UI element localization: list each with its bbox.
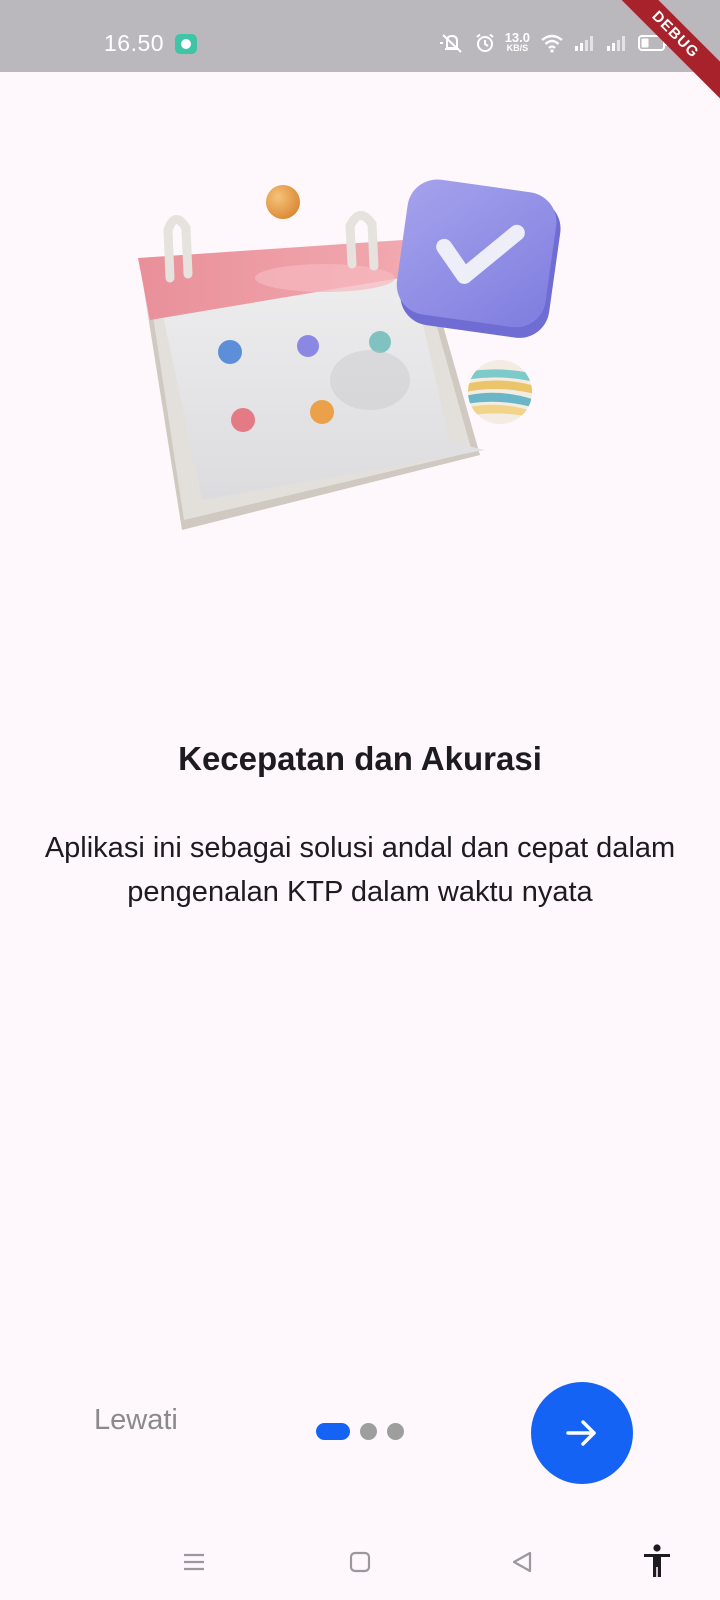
calendar-check-illustration xyxy=(138,179,561,530)
next-button[interactable] xyxy=(531,1382,633,1484)
signal-icon xyxy=(575,36,593,51)
notification-app-icon xyxy=(175,34,197,54)
wifi-icon xyxy=(541,34,563,53)
system-nav-bar xyxy=(0,1530,720,1600)
debug-banner: DEBUG xyxy=(610,0,720,110)
skip-button[interactable]: Lewati xyxy=(94,1404,178,1437)
onboarding-description: Aplikasi ini sebagai solusi andal dan ce… xyxy=(44,832,676,908)
arrow-right-icon xyxy=(566,1420,596,1446)
page-indicator xyxy=(316,1423,404,1440)
page-indicator-dot-active xyxy=(316,1423,350,1440)
accessibility-icon[interactable] xyxy=(642,1544,672,1578)
page-indicator-dot xyxy=(360,1423,377,1440)
back-icon[interactable] xyxy=(510,1550,534,1574)
onboarding-title: Kecepatan dan Akurasi xyxy=(178,740,542,777)
network-speed-value: 13.0 xyxy=(504,30,530,45)
home-icon[interactable] xyxy=(348,1550,372,1574)
mute-icon xyxy=(439,34,462,53)
alarm-icon xyxy=(476,33,494,52)
network-speed-unit: KB/S xyxy=(506,43,529,53)
page-indicator-dot xyxy=(387,1423,404,1440)
debug-banner-label: DEBUG xyxy=(610,0,720,105)
menu-icon[interactable] xyxy=(182,1550,206,1574)
status-time: 16.50 xyxy=(104,30,165,56)
network-speed: 13.0 KB/S xyxy=(504,30,530,53)
